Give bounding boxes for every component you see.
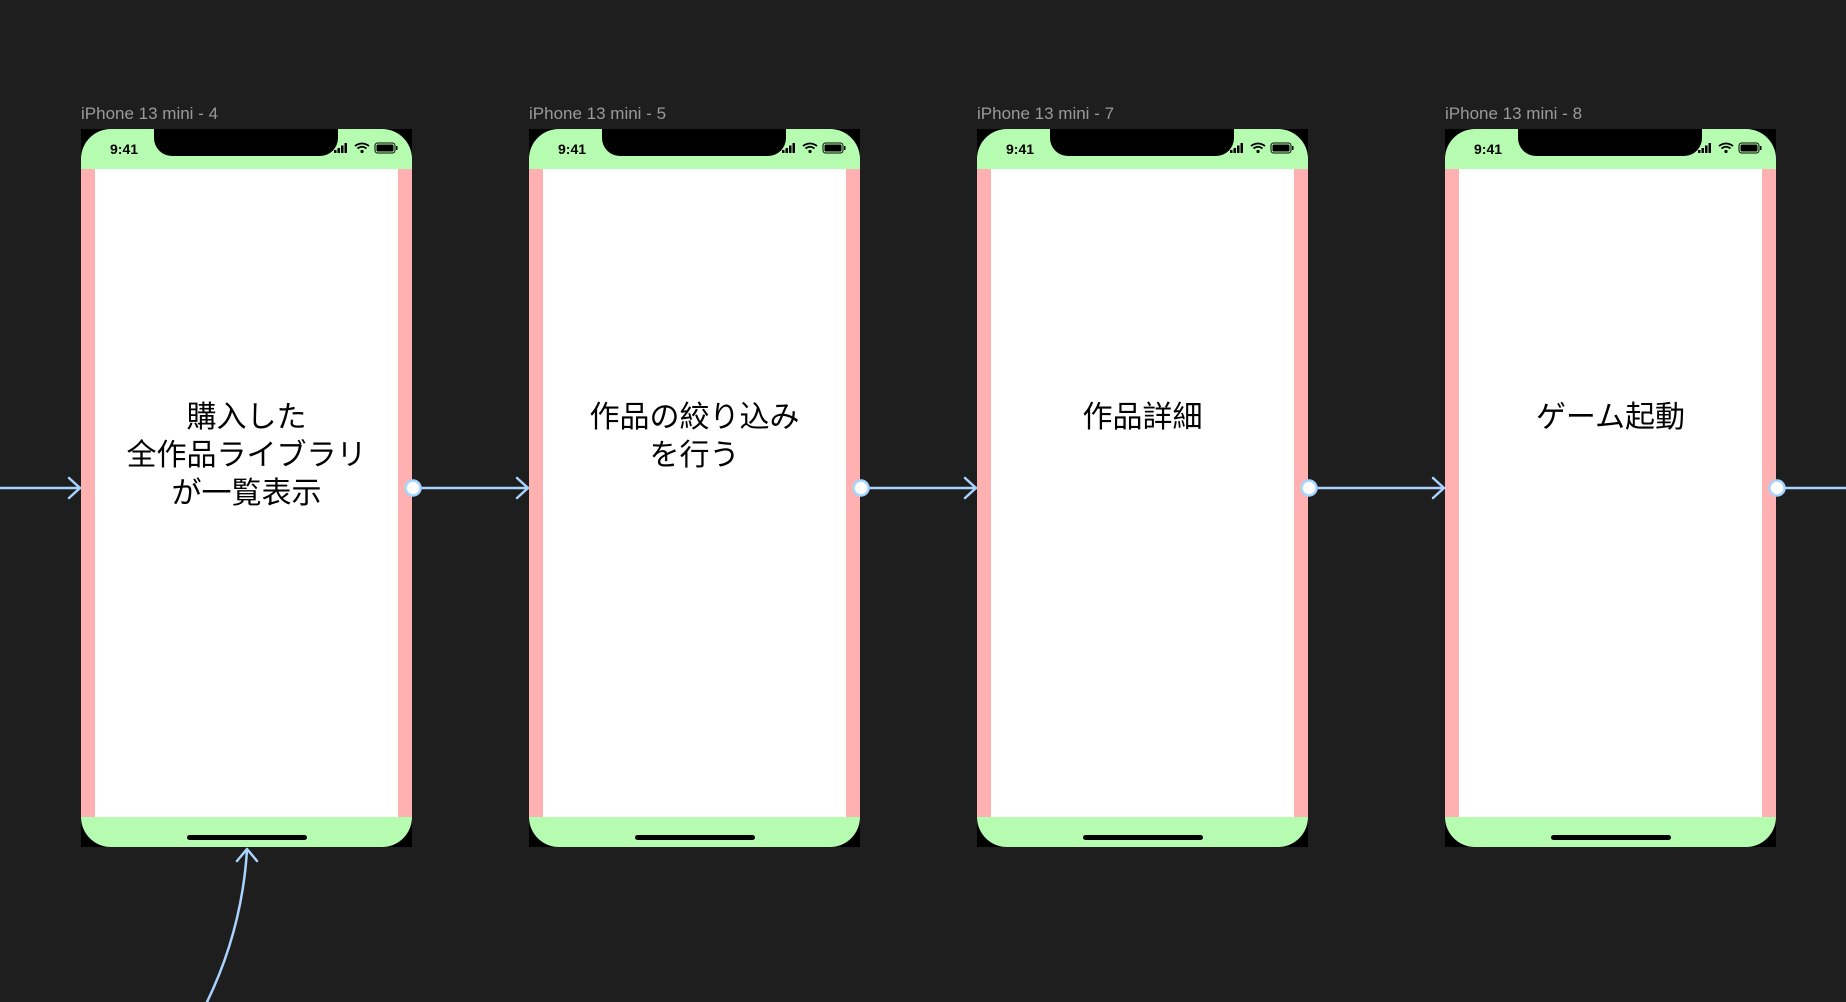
battery-icon (374, 142, 398, 154)
screen-description: 購入した 全作品ライブラリ が一覧表示 (126, 400, 367, 511)
status-icons (1230, 142, 1294, 154)
wifi-icon (802, 142, 818, 154)
home-indicator (187, 835, 307, 840)
screen-description: 作品詳細 (1082, 400, 1203, 435)
cellular-signal-icon (782, 143, 795, 153)
frame-label[interactable]: iPhone 13 mini - 5 (529, 104, 666, 124)
cellular-signal-icon (1698, 143, 1711, 153)
screen-description: ゲーム起動 (1535, 400, 1686, 435)
left-margin (1445, 169, 1459, 817)
phone-body: 9:41 ゲーム起動 (1445, 129, 1776, 847)
notch (1050, 129, 1234, 156)
frame-label[interactable]: iPhone 13 mini - 4 (81, 104, 218, 124)
phone-frame[interactable]: 9:41 作品の絞り込み を行う (529, 129, 860, 847)
connector-arrow[interactable] (419, 476, 530, 500)
screen-description: 作品の絞り込み を行う (589, 400, 800, 473)
status-icons (334, 142, 398, 154)
phone-frame[interactable]: 9:41 購入した 全作品ライブラリ が一覧表示 (81, 129, 412, 847)
phone-body: 9:41 購入した 全作品ライブラリ が一覧表示 (81, 129, 412, 847)
battery-icon (1270, 142, 1294, 154)
right-margin (846, 169, 860, 817)
notch (602, 129, 786, 156)
connector-arrow[interactable] (0, 476, 82, 500)
home-indicator (1083, 835, 1203, 840)
home-indicator (635, 835, 755, 840)
cellular-signal-icon (1230, 143, 1243, 153)
phone-frame[interactable]: 9:41 ゲーム起動 (1445, 129, 1776, 847)
screen-content (991, 169, 1294, 817)
right-margin (1294, 169, 1308, 817)
notch (1518, 129, 1702, 156)
notch (154, 129, 338, 156)
screen-content (543, 169, 846, 817)
cellular-signal-icon (334, 143, 347, 153)
wifi-icon (354, 142, 370, 154)
screen-content (1459, 169, 1762, 817)
wifi-icon (1718, 142, 1734, 154)
status-time: 9:41 (1006, 141, 1035, 157)
left-margin (529, 169, 543, 817)
right-margin (1762, 169, 1776, 817)
home-indicator (1551, 835, 1671, 840)
status-time: 9:41 (1474, 141, 1503, 157)
status-icons (782, 142, 846, 154)
prototype-canvas: iPhone 13 mini - 4 9:41 購入した 全作品ライブラリ が一… (0, 0, 1846, 1002)
frame-label[interactable]: iPhone 13 mini - 7 (977, 104, 1114, 124)
status-time: 9:41 (558, 141, 587, 157)
connector-arrow[interactable] (867, 476, 978, 500)
battery-icon (1738, 142, 1762, 154)
battery-icon (822, 142, 846, 154)
wifi-icon (1250, 142, 1266, 154)
status-time: 9:41 (110, 141, 139, 157)
phone-body: 9:41 作品の絞り込み を行う (529, 129, 860, 847)
connector-arrow[interactable] (205, 847, 259, 1002)
frame-label[interactable]: iPhone 13 mini - 8 (1445, 104, 1582, 124)
left-margin (977, 169, 991, 817)
phone-body: 9:41 作品詳細 (977, 129, 1308, 847)
status-icons (1698, 142, 1762, 154)
phone-frame[interactable]: 9:41 作品詳細 (977, 129, 1308, 847)
connector-arrow[interactable] (1315, 476, 1446, 500)
